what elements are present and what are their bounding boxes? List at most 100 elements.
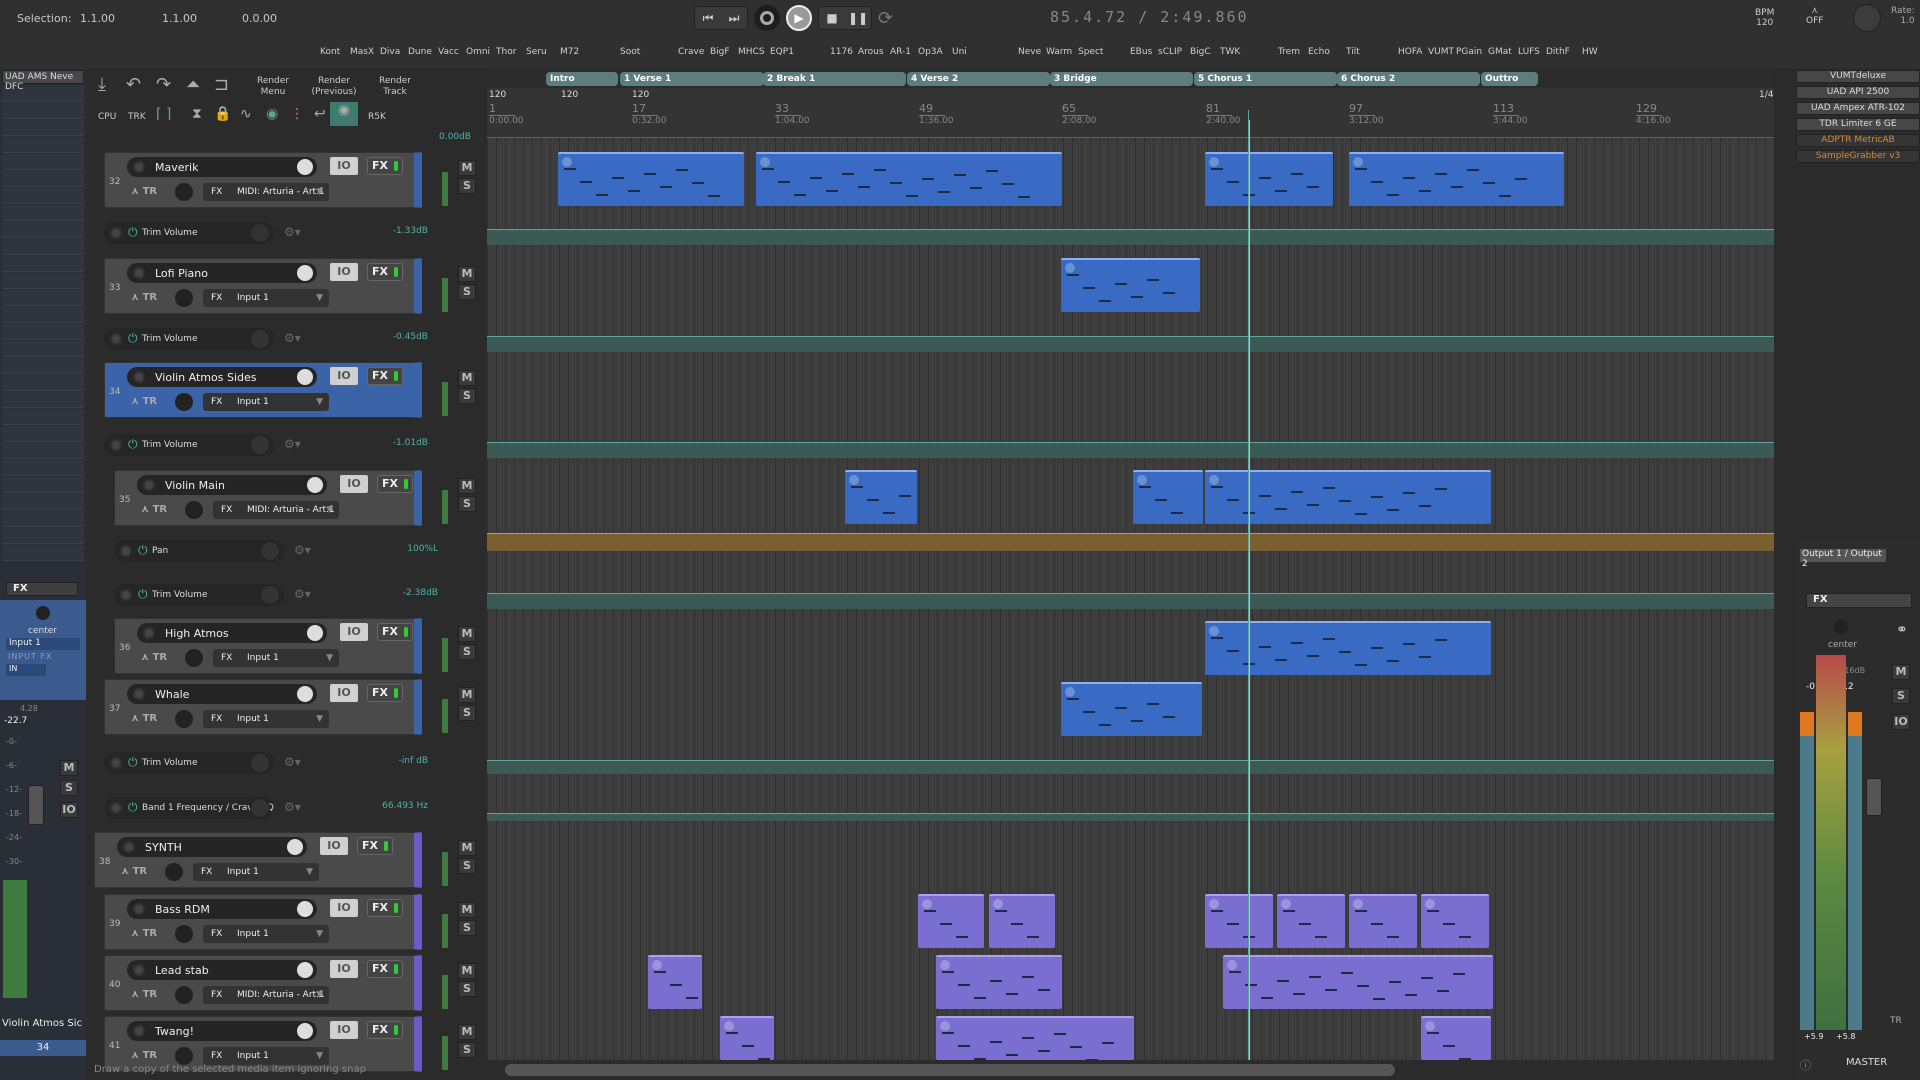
plugin-shortcut[interactable]: TWK: [1220, 47, 1240, 57]
plugin-shortcut[interactable]: GMat: [1488, 47, 1512, 57]
region-marker[interactable]: 3 Bridge: [1050, 72, 1193, 86]
track-header[interactable]: 40 Lead stab IO FX ⋏ TR FX MIDI: Arturia …: [104, 955, 422, 1011]
plugin-shortcut[interactable]: Diva: [380, 47, 400, 57]
power-icon[interactable]: ⏻: [128, 331, 138, 346]
pan-knob[interactable]: [175, 986, 193, 1004]
input-fx-label[interactable]: INPUT FX: [8, 652, 53, 661]
track-name-field[interactable]: High Atmos: [137, 623, 327, 643]
solo-button[interactable]: S: [458, 644, 476, 660]
automation-mode-button[interactable]: ⋏ TR: [141, 504, 167, 515]
plugin-shortcut[interactable]: PGain: [1456, 47, 1482, 57]
save-icon[interactable]: ⤓: [98, 74, 106, 95]
input-select[interactable]: FX MIDI: Arturia - Art.1 ▼: [213, 501, 339, 519]
plugin-shortcut[interactable]: Crave: [678, 47, 704, 57]
plugin-shortcut[interactable]: Vacc: [438, 47, 459, 57]
mute-button[interactable]: M: [458, 687, 476, 703]
loop-icon[interactable]: ⊐: [214, 74, 229, 95]
tempo-marker[interactable]: 120: [489, 90, 506, 100]
record-arm-button[interactable]: [143, 627, 155, 639]
bpm-display[interactable]: BPM 120: [1755, 8, 1774, 28]
render-menu-button[interactable]: Render Menu: [250, 76, 296, 98]
midi-item[interactable]: [1223, 955, 1493, 1009]
automation-mode-button[interactable]: ⋏ TR: [141, 652, 167, 663]
master-fx-slot[interactable]: SampleGrabber v3: [1796, 150, 1920, 163]
solo-button[interactable]: S: [458, 496, 476, 512]
fx-slot-empty[interactable]: [2, 273, 84, 289]
envelope-arm-button[interactable]: [110, 439, 122, 451]
region-marker[interactable]: 6 Chorus 2: [1337, 72, 1480, 86]
automation-mode-button[interactable]: ⋏ TR: [131, 928, 157, 939]
midi-item[interactable]: [648, 955, 702, 1009]
fx-slot-empty[interactable]: [2, 324, 84, 340]
envelope-arm-button[interactable]: [110, 757, 122, 769]
fx-slot-empty[interactable]: [2, 205, 84, 221]
gear-icon[interactable]: ⚙▾: [284, 331, 301, 345]
midi-item[interactable]: [1421, 1016, 1491, 1060]
automation-mode-button[interactable]: ⋏ TR: [131, 989, 157, 1000]
envelope-arm-button[interactable]: [120, 545, 132, 557]
volume-knob[interactable]: [307, 625, 323, 641]
mute-button[interactable]: M: [458, 478, 476, 494]
pan-knob[interactable]: [165, 863, 183, 881]
go-to-start-button[interactable]: ⏮: [695, 11, 721, 26]
plugin-shortcut[interactable]: Thor: [496, 47, 516, 57]
record-arm-button[interactable]: [133, 903, 145, 915]
io-button[interactable]: IO: [330, 684, 358, 702]
track-name-field[interactable]: Bass RDM: [127, 899, 317, 919]
render-track-button[interactable]: Render Track: [372, 76, 418, 98]
fx-slot-empty[interactable]: [2, 222, 84, 238]
solo-button[interactable]: S: [458, 284, 476, 300]
automation-mode-button[interactable]: ⋏ TR: [121, 866, 147, 877]
mute-button[interactable]: M: [458, 160, 476, 176]
plugin-shortcut[interactable]: Dune: [408, 47, 432, 57]
mute-button[interactable]: M: [458, 963, 476, 979]
cpu-button[interactable]: CPU: [98, 112, 116, 123]
midi-item[interactable]: [558, 152, 744, 206]
region-marker[interactable]: Intro: [546, 72, 618, 86]
envelope-knob[interactable]: [250, 329, 270, 349]
track-header[interactable]: 37 Whale IO FX ⋏ TR FX Input 1 ▼: [104, 679, 422, 735]
track-name-field[interactable]: SYNTH: [117, 837, 307, 857]
fx-button[interactable]: FX: [367, 263, 403, 281]
plugin-shortcut[interactable]: BigF: [710, 47, 730, 57]
fx-slot-empty[interactable]: [2, 137, 84, 153]
time-signature[interactable]: 1/4: [1759, 90, 1773, 100]
automation-mode-button[interactable]: ⋏ TR: [131, 713, 157, 724]
plugin-shortcut[interactable]: MHCS: [738, 47, 765, 57]
metronome-icon[interactable]: ⏶: [186, 74, 200, 95]
master-fx-slot[interactable]: VUMTdeluxe: [1796, 70, 1920, 83]
render-previous-button[interactable]: Render (Previous): [306, 76, 362, 98]
fx-slot-empty[interactable]: [2, 545, 84, 561]
gear-icon[interactable]: ⚙▾: [294, 587, 311, 601]
plugin-shortcut[interactable]: Arous: [858, 47, 884, 57]
track-name-field[interactable]: Whale: [127, 684, 317, 704]
mute-button[interactable]: M: [458, 370, 476, 386]
fx-button[interactable]: FX: [357, 837, 393, 855]
plugin-shortcut[interactable]: HW: [1582, 47, 1598, 57]
input-select[interactable]: FX Input 1 ▼: [213, 649, 339, 667]
automation-mode-button[interactable]: ⋏ TR: [131, 396, 157, 407]
solo-button[interactable]: S: [458, 1042, 476, 1058]
track-name[interactable]: Maverik: [155, 161, 198, 174]
sync-toggle[interactable]: ⋏ OFF: [1806, 6, 1823, 26]
horizontal-scrollbar[interactable]: [505, 1064, 1395, 1076]
envelope-visibility-icon[interactable]: ◉: [330, 102, 358, 126]
selection-length[interactable]: 0.0.00: [242, 12, 277, 25]
stretch-markers-icon[interactable]: ⋮: [290, 106, 304, 122]
go-to-end-button[interactable]: ⏭: [721, 11, 747, 26]
midi-item[interactable]: [989, 894, 1055, 948]
time-display[interactable]: 85.4.72 / 2:49.860: [1050, 8, 1249, 26]
solo-button[interactable]: S: [458, 388, 476, 404]
monitor-select[interactable]: IN: [6, 664, 46, 676]
fx-button[interactable]: FX: [367, 367, 403, 385]
master-io-button[interactable]: IO: [1892, 714, 1910, 730]
input-select[interactable]: FX MIDI: Arturia - Art.1 ▼: [203, 986, 329, 1004]
plugin-shortcut[interactable]: VUMT: [1428, 47, 1454, 57]
repeat-icon[interactable]: ⟳: [878, 8, 893, 29]
plugin-shortcut[interactable]: Warm: [1046, 47, 1072, 57]
record-arm-button[interactable]: [133, 267, 145, 279]
master-fx-button[interactable]: FX: [1806, 593, 1912, 608]
record-arm-button[interactable]: [143, 479, 155, 491]
input-select[interactable]: FX Input 1 ▼: [203, 710, 329, 728]
track-name-field[interactable]: Maverik: [127, 157, 317, 177]
